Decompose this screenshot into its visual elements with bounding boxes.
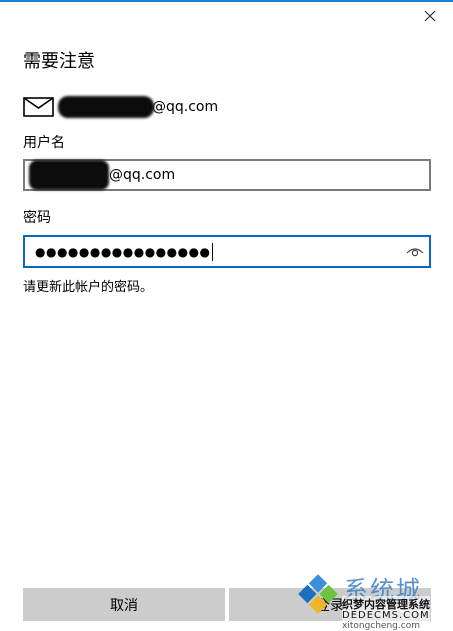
dialog-title: 需要注意 [23,51,95,72]
account-attention-dialog: 需要注意 @qq.com 用户名 @qq.com 密码 ●●●●●●●●●●●●… [0,0,453,631]
close-icon [424,10,436,22]
cancel-button[interactable]: 取消 [23,588,225,621]
mail-icon [23,97,54,117]
password-value: ●●●●●●●●●●●●●●●● [35,244,211,259]
password-field[interactable]: ●●●●●●●●●●●●●●●● [23,235,431,268]
update-password-message: 请更新此帐户的密码。 [23,280,154,295]
text-caret [211,242,213,261]
account-email-suffix: @qq.com [152,99,219,115]
watermark-line-3: xitongcheng.com [342,621,420,631]
close-button[interactable] [421,7,439,25]
account-row: @qq.com [23,96,218,118]
reveal-password-button[interactable] [405,244,425,260]
username-label: 用户名 [23,135,65,151]
redacted-account-name [58,96,154,118]
redacted-username [29,160,109,190]
window-top-accent [0,0,453,2]
username-field[interactable]: @qq.com [23,159,431,191]
password-label: 密码 [23,210,51,226]
login-button[interactable]: 登录 [229,588,431,621]
eye-icon [406,248,424,257]
username-value-suffix: @qq.com [109,167,176,183]
